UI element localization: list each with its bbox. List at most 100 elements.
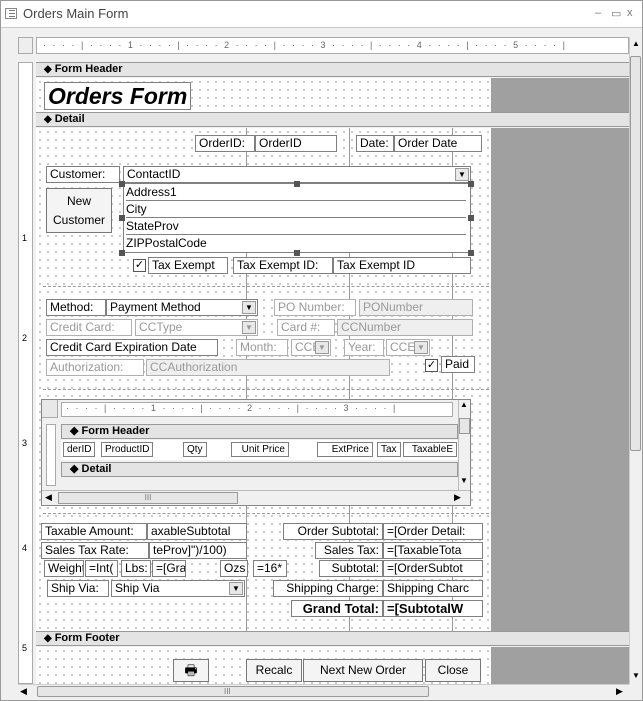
grand-total-field[interactable]: =[SubtotalW [383,600,483,617]
subform-vscroll[interactable]: ▲ ▼ [458,400,470,490]
shipping-charge-field[interactable]: Shipping Charc [383,580,483,597]
credit-card-combobox[interactable]: CCType ▼ [135,319,258,336]
maximize-button[interactable]: ▭ [611,7,621,20]
tax-exempt-checkbox[interactable]: ✓ [133,259,146,272]
column-productid[interactable]: ProductID [101,442,154,457]
chevron-down-icon[interactable]: ▼ [414,341,428,354]
ship-via-label[interactable]: Ship Via: [47,580,109,597]
close-window-button[interactable]: x [627,7,633,19]
year-label[interactable]: Year: [344,339,384,356]
ship-via-combobox[interactable]: Ship Via ▼ [111,580,245,597]
card-number-field[interactable]: CCNumber [337,319,473,336]
shipping-charge-label[interactable]: Shipping Charge: [273,580,383,597]
address-block[interactable]: Address1 City StateProv ZIPPostalCode [123,183,471,253]
subform-header-bar[interactable]: ◆ Form Header [61,424,458,439]
chevron-down-icon[interactable]: ▼ [229,582,243,595]
resize-handle[interactable] [294,181,300,187]
paid-checkbox[interactable]: ✓ [425,359,438,372]
ozs-field[interactable]: =16* [253,560,287,577]
method-combobox[interactable]: Payment Method ▼ [106,299,258,316]
column-tax[interactable]: Tax [377,442,401,457]
scroll-left-icon[interactable]: ◀ [45,492,52,503]
scroll-up-icon[interactable]: ▲ [632,39,640,48]
print-button[interactable]: 🖶 [173,659,209,682]
address-line-1[interactable]: Address1 [126,185,466,201]
resize-handle[interactable] [468,215,474,221]
po-number-label[interactable]: PO Number: [274,299,356,316]
chevron-down-icon[interactable]: ▼ [455,168,469,181]
taxable-amount-label[interactable]: Taxable Amount: [41,523,147,540]
column-taxable[interactable]: TaxableE [403,442,457,457]
resize-handle[interactable] [468,181,474,187]
po-number-field[interactable]: PONumber [359,299,473,316]
subform-hscroll-thumb[interactable]: III [58,492,238,504]
order-subtotal-label[interactable]: Order Subtotal: [283,523,383,540]
cc-expiration-label[interactable]: Credit Card Expiration Date [46,339,218,356]
column-extprice[interactable]: ExtPrice [317,442,373,457]
address-line-4[interactable]: ZIPPostalCode [126,236,466,251]
scroll-down-icon[interactable]: ▼ [460,476,468,485]
form-footer-bar[interactable]: ◆ Form Footer [36,631,629,646]
method-label[interactable]: Method: [46,299,106,316]
orderid-label[interactable]: OrderID: [195,135,255,152]
close-form-button[interactable]: Close [425,659,481,682]
paid-label[interactable]: Paid [441,356,475,373]
weight-label[interactable]: Weight: [44,560,84,577]
next-new-order-button[interactable]: Next New Order [303,659,423,682]
authorization-label[interactable]: Authorization: [46,359,144,376]
column-orderid[interactable]: derID [63,442,96,457]
tax-exempt-id-field[interactable]: Tax Exempt ID [333,257,471,274]
main-vscroll-thumb[interactable] [630,56,641,451]
date-label[interactable]: Date: [356,135,394,152]
grand-total-label[interactable]: Grand Total: [291,600,383,617]
weight-field[interactable]: =Int( [85,560,118,577]
date-field[interactable]: Order Date [394,135,482,152]
sales-tax-rate-field[interactable]: teProv]")/100) [149,542,247,559]
order-subtotal-field[interactable]: =[Order Detail: [383,523,483,540]
month-label[interactable]: Month: [236,339,288,356]
authorization-field[interactable]: CCAuthorization [146,359,390,376]
resize-handle[interactable] [119,181,125,187]
month-combobox[interactable]: CCE ▼ [291,339,331,356]
detail-bar[interactable]: ◆ Detail [36,112,629,127]
address-line-3[interactable]: StateProv [126,219,466,235]
subtotal-field[interactable]: =[OrderSubtot [383,560,483,577]
column-qty[interactable]: Qty [183,442,207,457]
form-title[interactable]: Orders Form [44,82,192,110]
subform-hscroll[interactable]: ◀ III ▶ [42,490,470,505]
sales-tax-field[interactable]: =[TaxableTota [383,542,483,559]
lbs-label[interactable]: Lbs: [121,560,151,577]
resize-handle[interactable] [119,250,125,256]
chevron-down-icon[interactable]: ▼ [242,321,256,334]
customer-label[interactable]: Customer: [46,166,120,183]
main-hscroll-thumb[interactable]: III [37,686,429,697]
column-unit-price[interactable]: Unit Price [231,442,289,457]
resize-handle[interactable] [468,250,474,256]
credit-card-label[interactable]: Credit Card: [46,319,132,336]
scroll-right-icon[interactable]: ▶ [616,686,623,697]
tax-exempt-id-label[interactable]: Tax Exempt ID: [233,257,333,274]
form-header-bar[interactable]: ◆ Form Header [36,62,629,77]
orderid-field[interactable]: OrderID [255,135,337,152]
subform-vscroll-thumb[interactable] [459,418,470,434]
chevron-down-icon[interactable]: ▼ [242,301,256,314]
card-number-label[interactable]: Card #: [277,319,335,336]
sales-tax-label[interactable]: Sales Tax: [315,542,383,559]
scroll-up-icon[interactable]: ▲ [460,400,468,409]
new-customer-button[interactable]: New Customer [46,188,112,233]
ozs-label[interactable]: Ozs [220,560,248,577]
resize-handle[interactable] [119,215,125,221]
chevron-down-icon[interactable]: ▼ [315,341,329,354]
sales-tax-rate-label[interactable]: Sales Tax Rate: [41,542,149,559]
scroll-down-icon[interactable]: ▼ [632,671,640,680]
tax-exempt-label[interactable]: Tax Exempt [148,257,228,274]
minimize-button[interactable]: – [595,7,601,19]
subform-detail-bar[interactable]: ◆ Detail [61,462,458,477]
taxable-amount-field[interactable]: axableSubtotal [147,523,247,540]
ruler-corner[interactable] [18,37,33,54]
year-combobox[interactable]: CCE ▼ [386,339,430,356]
resize-handle[interactable] [294,250,300,256]
scroll-right-icon[interactable]: ▶ [454,492,461,503]
subtotal-label[interactable]: Subtotal: [319,560,383,577]
order-details-subform[interactable]: · · · · | · · · · 1 · · · · | · · · · 2 … [41,399,471,506]
